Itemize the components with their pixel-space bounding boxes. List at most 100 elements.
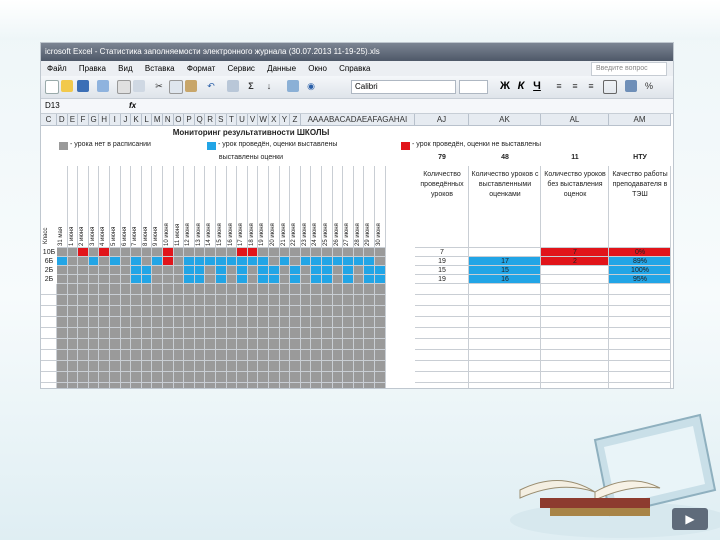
empty-day-cell[interactable] [343,383,354,388]
empty-day-cell[interactable] [120,328,132,339]
day-cell[interactable] [194,248,206,257]
column-header[interactable]: S [216,114,227,126]
day-cell[interactable] [353,275,365,284]
empty-day-cell[interactable] [120,361,132,372]
day-cell[interactable] [57,257,68,266]
empty-day-cell[interactable] [226,372,238,383]
empty-day-cell[interactable] [279,372,291,383]
day-cell[interactable] [67,275,79,284]
empty-day-cell[interactable] [78,372,89,383]
empty-day-cell[interactable] [67,328,79,339]
empty-day-cell[interactable] [110,284,121,295]
italic-button[interactable]: К [515,79,527,93]
day-cell[interactable] [216,266,227,275]
menu-item-insert[interactable]: Вставка [145,64,175,73]
empty-day-cell[interactable] [216,306,227,317]
empty-day-cell[interactable] [99,350,110,361]
day-cell[interactable] [279,248,291,257]
empty-day-cell[interactable] [194,317,206,328]
day-cell[interactable] [99,257,110,266]
empty-stat-cell[interactable] [415,328,469,339]
empty-day-cell[interactable] [78,317,89,328]
day-cell[interactable] [184,266,195,275]
empty-day-cell[interactable] [99,372,110,383]
empty-day-cell[interactable] [300,317,312,328]
empty-day-cell[interactable] [110,306,121,317]
empty-stat-cell[interactable] [469,317,541,328]
column-header[interactable]: P [184,114,195,126]
empty-day-cell[interactable] [205,361,216,372]
empty-day-cell[interactable] [99,306,110,317]
day-cell[interactable] [88,275,100,284]
empty-day-cell[interactable] [88,350,100,361]
day-cell[interactable] [163,257,174,266]
day-cell[interactable] [311,275,322,284]
empty-day-cell[interactable] [152,295,163,306]
day-cell[interactable] [184,275,195,284]
empty-day-cell[interactable] [258,317,269,328]
day-cell[interactable] [141,266,153,275]
empty-stat-cell[interactable] [609,350,671,361]
empty-day-cell[interactable] [226,328,238,339]
empty-day-cell[interactable] [343,350,354,361]
empty-day-cell[interactable] [173,372,185,383]
empty-day-cell[interactable] [237,372,248,383]
empty-day-cell[interactable] [216,372,227,383]
empty-day-cell[interactable] [184,295,195,306]
empty-day-cell[interactable] [88,284,100,295]
day-cell[interactable] [110,257,121,266]
day-cell[interactable] [78,248,89,257]
empty-day-cell[interactable] [237,328,248,339]
empty-day-cell[interactable] [343,306,354,317]
empty-day-cell[interactable] [57,306,68,317]
empty-day-cell[interactable] [311,372,322,383]
empty-day-cell[interactable] [184,339,195,350]
empty-day-cell[interactable] [375,284,386,295]
empty-day-cell[interactable] [343,339,354,350]
empty-day-cell[interactable] [237,383,248,388]
empty-day-cell[interactable] [78,328,89,339]
empty-day-cell[interactable] [279,317,291,328]
empty-day-cell[interactable] [364,361,375,372]
day-cell[interactable] [311,257,322,266]
day-cell[interactable] [226,257,238,266]
day-cell[interactable] [258,257,269,266]
empty-day-cell[interactable] [67,350,79,361]
bold-button[interactable]: Ж [499,79,511,93]
day-cell[interactable] [173,257,185,266]
day-cell[interactable] [300,266,312,275]
empty-class-cell[interactable] [41,317,57,328]
empty-day-cell[interactable] [57,372,68,383]
empty-day-cell[interactable] [332,295,344,306]
align-left-icon[interactable]: ≡ [553,80,565,92]
next-slide-button[interactable]: ▶ [672,508,708,530]
empty-day-cell[interactable] [364,284,375,295]
empty-day-cell[interactable] [173,383,185,388]
empty-day-cell[interactable] [226,284,238,295]
empty-day-cell[interactable] [67,317,79,328]
day-cell[interactable] [173,275,185,284]
empty-day-cell[interactable] [163,328,174,339]
empty-day-cell[interactable] [205,339,216,350]
empty-day-cell[interactable] [375,295,386,306]
empty-day-cell[interactable] [194,350,206,361]
day-cell[interactable] [311,248,322,257]
empty-day-cell[interactable] [353,383,365,388]
day-cell[interactable] [375,257,386,266]
empty-day-cell[interactable] [163,317,174,328]
empty-day-cell[interactable] [131,306,142,317]
day-cell[interactable] [152,266,163,275]
empty-day-cell[interactable] [173,361,185,372]
fx-icon[interactable]: fx [129,99,136,113]
day-cell[interactable] [290,275,301,284]
empty-day-cell[interactable] [141,383,153,388]
empty-day-cell[interactable] [247,372,259,383]
empty-day-cell[interactable] [152,372,163,383]
empty-day-cell[interactable] [88,295,100,306]
empty-day-cell[interactable] [78,361,89,372]
empty-day-cell[interactable] [173,306,185,317]
empty-day-cell[interactable] [300,383,312,388]
empty-day-cell[interactable] [353,284,365,295]
empty-class-cell[interactable] [41,383,57,388]
empty-day-cell[interactable] [184,372,195,383]
